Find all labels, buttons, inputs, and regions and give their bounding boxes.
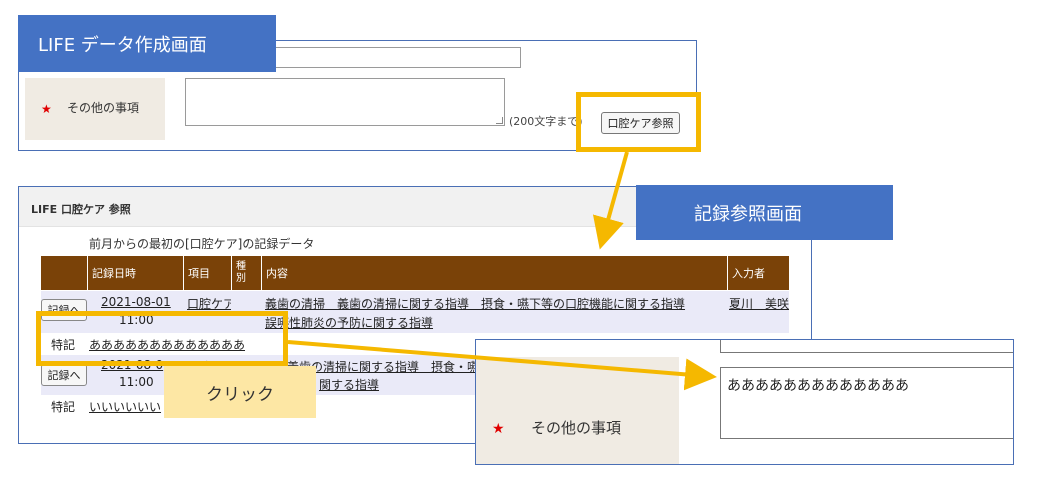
arrow-icon (592, 151, 629, 250)
arrow-icon (287, 340, 717, 391)
flow-arrows (287, 151, 717, 391)
